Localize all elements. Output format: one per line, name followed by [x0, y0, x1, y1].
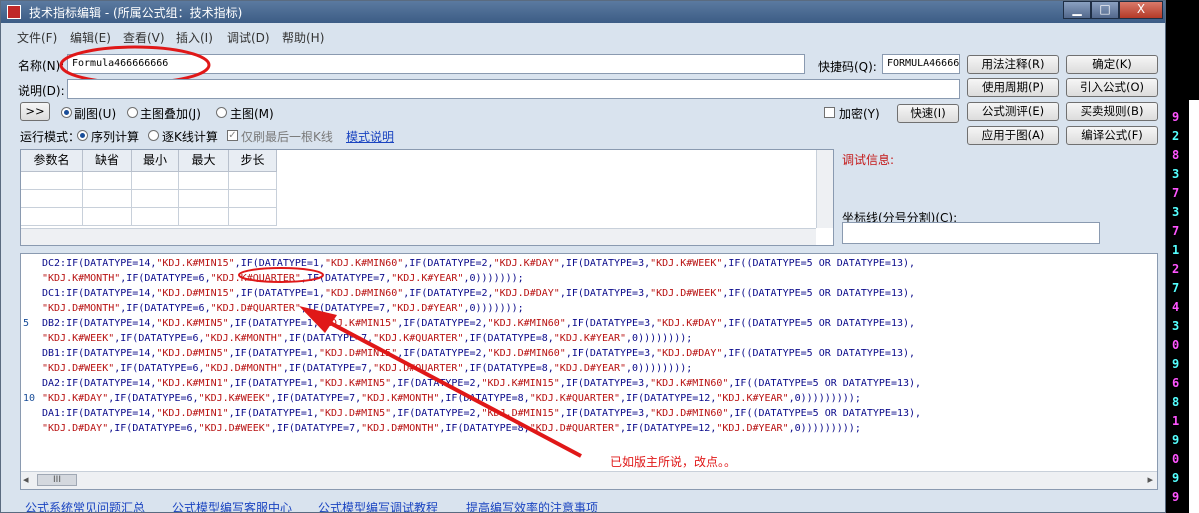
background-digit: 6: [1172, 376, 1180, 390]
background-digit: 8: [1172, 395, 1180, 409]
background-digit: 7: [1172, 224, 1180, 238]
background-digit: 3: [1172, 205, 1180, 219]
background-digit: 9: [1172, 110, 1180, 124]
background-digit: 9: [1172, 471, 1180, 485]
efficiency-tips-link[interactable]: 提高编写效率的注意事项: [466, 499, 598, 512]
background-digit: 7: [1172, 186, 1180, 200]
annotation-arrowhead: [299, 306, 337, 333]
background-window-stripe: [1189, 100, 1199, 513]
background-digit: 8: [1172, 148, 1180, 162]
background-digit: 9: [1172, 490, 1180, 504]
annotation-overlay: [238, 267, 582, 458]
background-digit: 9: [1172, 357, 1180, 371]
background-digit: 0: [1172, 452, 1180, 466]
debug-tutorial-link[interactable]: 公式模型编写调试教程: [318, 499, 438, 512]
background-digit: 0: [1172, 338, 1180, 352]
background-digit: 2: [1172, 262, 1180, 276]
background-digit: 3: [1172, 167, 1180, 181]
background-digit: 3: [1172, 319, 1180, 333]
service-center-link[interactable]: 公式模型编写客服中心: [172, 499, 292, 512]
background-digit: 1: [1172, 243, 1180, 257]
quarter-highlight-ellipse: [238, 267, 324, 283]
background-digit: 2: [1172, 129, 1180, 143]
annotation-text: 已如版主所说，改点。。: [610, 455, 737, 469]
background-digit: 7: [1172, 281, 1180, 295]
annotation-arrow-line: [318, 315, 582, 458]
faq-link[interactable]: 公式系统常见问题汇总: [25, 499, 145, 512]
background-digit: 9: [1172, 433, 1180, 447]
formula-editor-window: 技术指标编辑 - (所属公式组：技术指标) ▁ □ X 文件(F) 编辑(E) …: [0, 0, 1166, 513]
background-digit: 4: [1172, 300, 1180, 314]
background-digit: 1: [1172, 414, 1180, 428]
